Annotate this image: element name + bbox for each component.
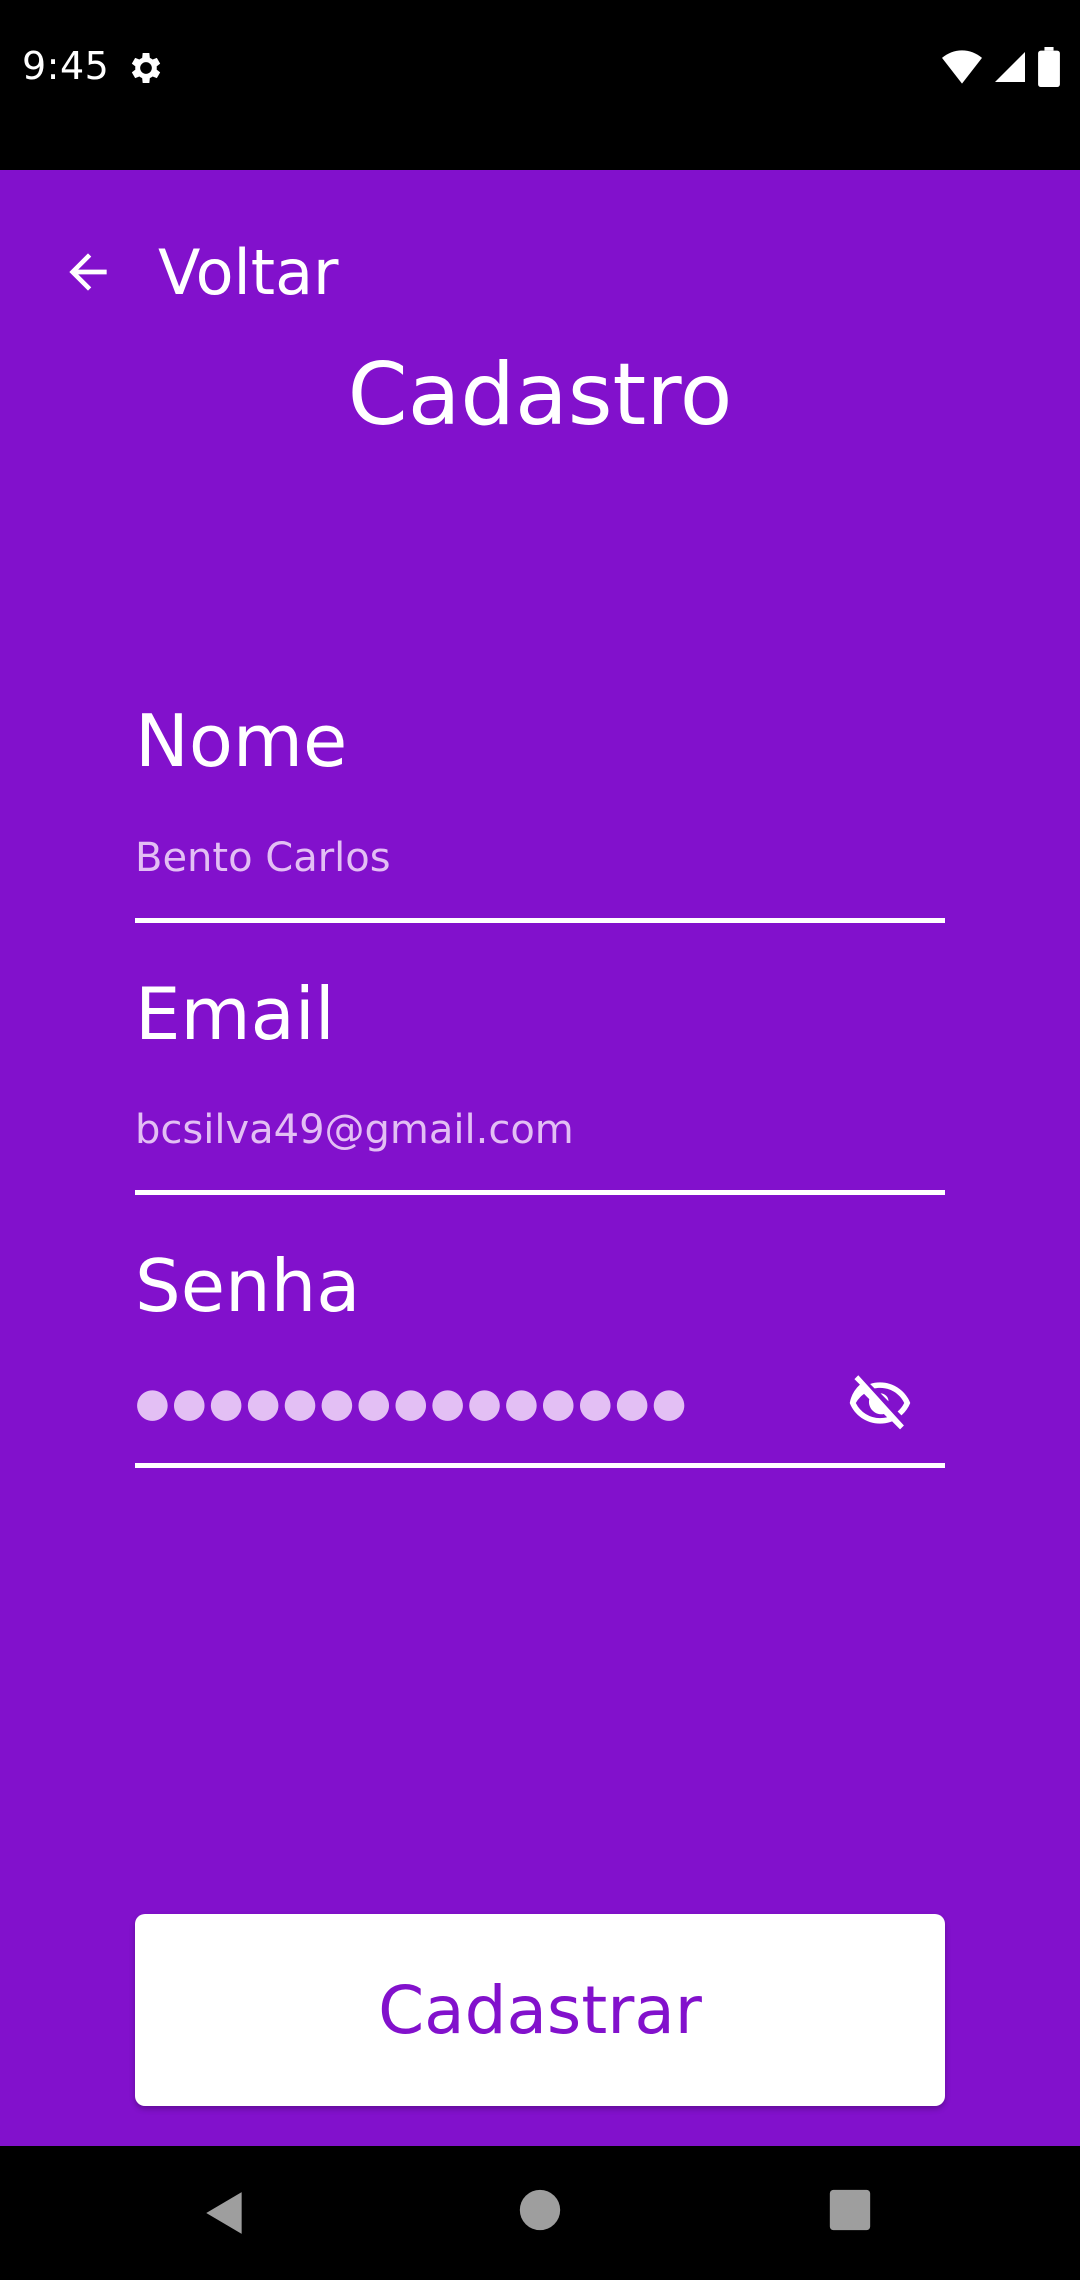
back-triangle-icon[interactable]: [200, 2188, 250, 2238]
home-circle-icon[interactable]: [518, 2188, 562, 2232]
battery-icon: [1038, 47, 1060, 87]
navigation-bar: [0, 2146, 1080, 2280]
eye-off-icon[interactable]: [847, 1370, 913, 1436]
email-label: Email: [135, 972, 335, 1056]
password-input-wrapper: ●●●●●●●●●●●●●●●: [135, 1358, 945, 1468]
page-title: Cadastro: [347, 345, 733, 445]
submit-button[interactable]: Cadastrar: [135, 1914, 945, 2106]
status-time: 9:45: [22, 44, 110, 88]
email-input[interactable]: [135, 1085, 945, 1175]
password-input[interactable]: ●●●●●●●●●●●●●●●: [135, 1358, 689, 1448]
name-input-wrapper: [135, 813, 945, 923]
back-button[interactable]: Voltar: [60, 222, 339, 322]
arrow-left-icon: [69, 253, 107, 291]
name-underline: [135, 918, 945, 923]
back-label: Voltar: [158, 235, 339, 309]
wifi-icon: [942, 50, 982, 84]
name-input[interactable]: [135, 813, 945, 903]
status-icons: [942, 46, 1060, 88]
recents-square-icon[interactable]: [828, 2188, 872, 2232]
password-label: Senha: [135, 1244, 361, 1328]
password-underline: [135, 1463, 945, 1468]
email-input-wrapper: [135, 1085, 945, 1195]
settings-gear-icon: [131, 53, 161, 83]
name-label: Nome: [135, 699, 348, 783]
email-underline: [135, 1190, 945, 1195]
status-bar: 9:45: [0, 0, 1080, 170]
app-screen: Voltar Cadastro Nome Email Senha ●●●●●●●…: [0, 170, 1080, 2146]
cellular-signal-icon: [995, 52, 1025, 82]
